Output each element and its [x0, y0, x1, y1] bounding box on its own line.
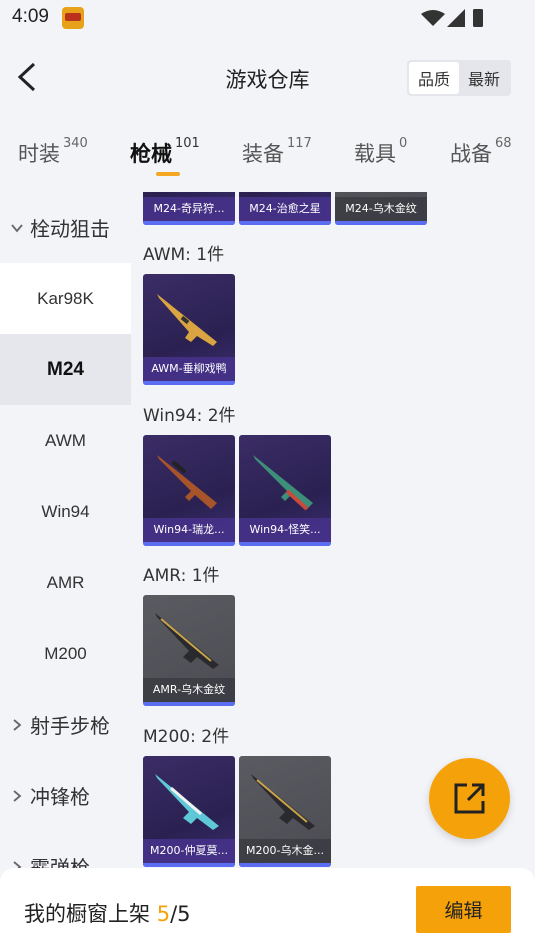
tab-label: 时装 — [18, 142, 60, 166]
chevron-down-icon — [11, 223, 23, 232]
tab-count: 101 — [175, 136, 200, 151]
tab-label: 载具 — [354, 142, 396, 166]
weapon-card[interactable]: Win94-怪笑... — [239, 435, 331, 546]
weapon-card-name: M24-奇异狩... — [143, 197, 235, 221]
rifle-icon — [253, 455, 313, 511]
tab-count: 340 — [63, 136, 88, 151]
weapon-card-name: M24-乌木金纹 — [335, 197, 427, 221]
sidebar-group-shotgun[interactable]: 霰弹枪 — [0, 831, 131, 868]
showcase-label: 我的橱窗上架 — [24, 902, 150, 926]
header: 游戏仓库 品质 最新 — [0, 36, 535, 120]
showcase-current-count: 5 — [156, 902, 171, 926]
tab-label: 枪械 — [130, 142, 172, 166]
category-tabs: 时装 340 枪械 101 装备 117 载具 0 战备 68 — [0, 128, 535, 184]
tab-label: 战备 — [450, 142, 492, 166]
section-label-m200: M200: 2件 — [143, 727, 230, 747]
weapon-card[interactable]: AMR-乌木金纹 — [143, 595, 235, 706]
battery-icon — [473, 9, 483, 27]
rarity-bar — [239, 863, 331, 867]
edit-button[interactable]: 编辑 — [416, 886, 511, 933]
weapon-card-name: M200-仲夏莫... — [143, 839, 235, 863]
sidebar-group-smg[interactable]: 冲锋枪 — [0, 760, 131, 831]
section-label-awm: AWM: 1件 — [143, 245, 225, 265]
tab-fashion[interactable]: 时装 340 — [18, 136, 88, 168]
tab-label: 装备 — [242, 142, 284, 166]
rarity-bar — [143, 381, 235, 385]
rarity-bar — [143, 542, 235, 546]
rarity-bar — [239, 221, 331, 225]
section-label-win94: Win94: 2件 — [143, 406, 236, 426]
tab-count: 68 — [495, 136, 512, 151]
weapon-card[interactable]: M24-乌木金纹 — [335, 192, 427, 225]
app-notification-icon — [62, 7, 84, 29]
weapon-card-name: AMR-乌木金纹 — [143, 678, 235, 702]
sidebar-group-label: 冲锋枪 — [30, 785, 90, 809]
bottom-bar: 我的橱窗上架 5/5 编辑 — [0, 868, 535, 951]
tab-count: 117 — [287, 136, 312, 151]
weapon-card[interactable]: M200-仲夏莫... — [143, 756, 235, 867]
weapon-card-name: M24-治愈之星 — [239, 197, 331, 221]
sidebar-group-sniper[interactable]: 栓动狙击 — [0, 192, 131, 263]
sidebar-group-label: 射手步枪 — [30, 714, 110, 738]
tab-supplies[interactable]: 战备 68 — [450, 136, 512, 168]
weapon-card[interactable]: M24-奇异狩... — [143, 192, 235, 225]
weapon-card[interactable]: AWM-垂柳戏鸭 — [143, 274, 235, 385]
sidebar-group-marksman[interactable]: 射手步枪 — [0, 689, 131, 760]
showcase-total-count: /5 — [170, 902, 191, 926]
chevron-right-icon — [13, 860, 22, 868]
sidebar-item-kar98k[interactable]: Kar98K — [0, 263, 131, 334]
tab-vehicles[interactable]: 载具 0 — [354, 136, 408, 168]
chevron-right-icon — [13, 789, 22, 802]
wifi-icon — [421, 10, 445, 26]
rifle-icon — [155, 774, 219, 830]
section-label-amr: AMR: 1件 — [143, 566, 220, 586]
rarity-bar — [143, 702, 235, 706]
sidebar-group-label: 霰弹枪 — [30, 856, 90, 868]
rifle-icon — [157, 455, 217, 509]
sidebar-group-label: 栓动狙击 — [30, 217, 110, 241]
share-icon — [454, 783, 485, 814]
sidebar-item-m200[interactable]: M200 — [0, 618, 131, 689]
weapon-sidebar: 栓动狙击 Kar98K M24 AWM Win94 AMR M200 射手步枪 … — [0, 192, 131, 868]
signal-icon — [447, 9, 465, 27]
showcase-status: 我的橱窗上架 5/5 — [24, 898, 191, 928]
tab-count: 0 — [399, 136, 408, 151]
weapon-card-name: Win94-怪笑... — [239, 518, 331, 542]
sidebar-item-m24[interactable]: M24 — [0, 334, 131, 405]
sidebar-item-win94[interactable]: Win94 — [0, 476, 131, 547]
rifle-icon — [157, 294, 217, 346]
chevron-right-icon — [13, 718, 22, 731]
rarity-bar — [239, 542, 331, 546]
sort-quality-option[interactable]: 品质 — [409, 62, 459, 94]
share-fab-button[interactable] — [429, 758, 510, 839]
rifle-icon — [251, 774, 315, 830]
sidebar-item-awm[interactable]: AWM — [0, 405, 131, 476]
tab-equipment[interactable]: 装备 117 — [242, 136, 312, 168]
weapon-card-name: AWM-垂柳戏鸭 — [143, 357, 235, 381]
weapon-card[interactable]: Win94-瑞龙... — [143, 435, 235, 546]
rarity-bar — [335, 221, 427, 225]
sort-latest-option[interactable]: 最新 — [459, 62, 509, 94]
sidebar-item-amr[interactable]: AMR — [0, 547, 131, 618]
weapon-card-name: Win94-瑞龙... — [143, 518, 235, 542]
status-time: 4:09 — [12, 6, 49, 27]
rifle-icon — [155, 613, 219, 669]
sort-toggle: 品质 最新 — [407, 60, 511, 96]
status-bar: 4:09 — [0, 0, 535, 36]
status-icons — [421, 9, 483, 27]
tab-guns[interactable]: 枪械 101 — [130, 136, 200, 168]
weapon-card[interactable]: M200-乌木金... — [239, 756, 331, 867]
weapon-card-name: M200-乌木金... — [239, 839, 331, 863]
active-tab-indicator — [156, 172, 180, 176]
weapon-card[interactable]: M24-治愈之星 — [239, 192, 331, 225]
rarity-bar — [143, 863, 235, 867]
rarity-bar — [143, 221, 235, 225]
